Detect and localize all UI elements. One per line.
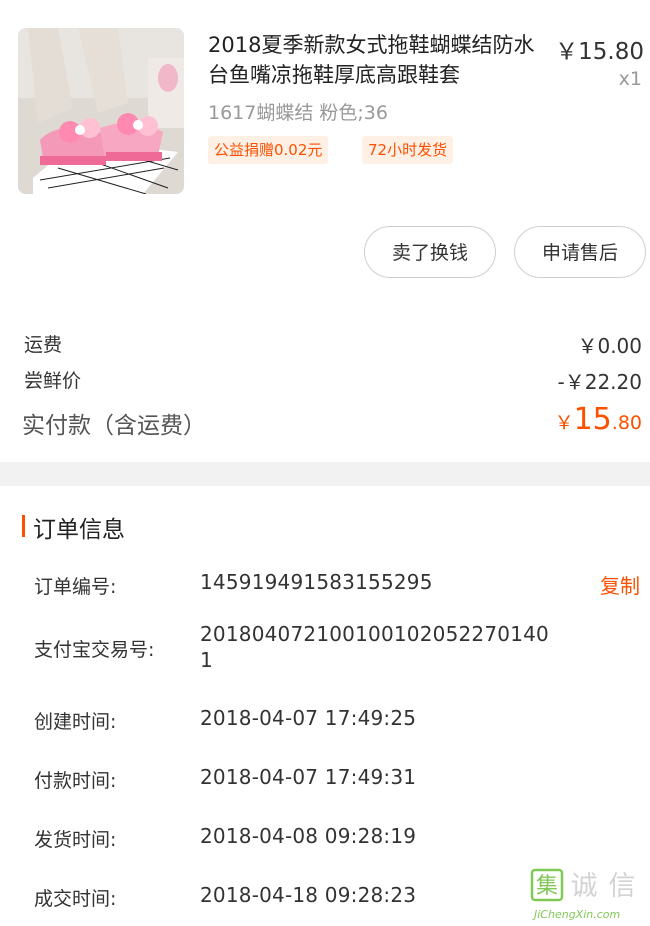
paid-time-label: 付款时间: [34,770,117,792]
order-number-value: 145919491583155295 [200,570,433,594]
total-currency: ￥ [554,412,574,434]
total-paid-value: ￥15.80 [555,402,642,437]
alipay-trade-no-label: 支付宝交易号: [34,639,155,661]
order-number-label: 订单编号: [34,576,117,598]
after-sale-button[interactable]: 申请售后 [514,226,646,278]
shipping-label: 运费 [24,334,63,356]
alipay-trade-no-value: 2018040721001001020522701401 [200,622,549,672]
product-photo-icon [18,28,184,194]
product-title[interactable]: 2018夏季新款女式拖鞋蝴蝶结防水台鱼嘴凉拖鞋厚底高跟鞋套 [208,30,548,90]
sell-button[interactable]: 卖了换钱 [364,226,496,278]
watermark-char-1: 集 [536,874,558,899]
total-paid-label: 实付款（含运费） [22,413,206,439]
shipping-value: ￥0.00 [577,334,642,358]
created-time-label: 创建时间: [34,711,117,733]
watermark-char-2: 诚 [571,871,598,902]
order-info-title: 订单信息 [33,517,125,543]
shipped-time-label: 发货时间: [34,829,117,851]
shipped-time-value: 2018-04-08 09:28:19 [200,824,417,848]
completed-time-label: 成交时间: [34,888,117,910]
total-decimal: .80 [611,412,642,434]
shipping-time-tag: 72小时发货 [362,136,454,164]
charity-tag: 公益捐赠0.02元 [208,136,329,164]
product-price: ￥15.80 [555,39,644,65]
paid-time-value: 2018-04-07 17:49:31 [200,765,417,789]
product-sku: 1617蝴蝶结 粉色;36 [208,102,388,124]
created-time-value: 2018-04-07 17:49:25 [200,706,417,730]
product-thumbnail[interactable] [18,28,184,194]
section-accent-bar [22,515,25,537]
watermark-char-3: 信 [609,871,636,902]
trial-price-value: -￥22.20 [557,370,642,394]
total-integer: 15 [573,402,612,437]
watermark-url: JiChengXin.com [532,908,620,921]
copy-button[interactable]: 复制 [600,570,640,599]
completed-time-value: 2018-04-18 09:28:23 [200,883,417,907]
watermark-logo: 集 诚 信 JiChengXin.com [530,868,648,922]
product-quantity: x1 [618,68,642,90]
trial-price-label: 尝鲜价 [24,370,82,392]
section-divider [0,462,650,486]
